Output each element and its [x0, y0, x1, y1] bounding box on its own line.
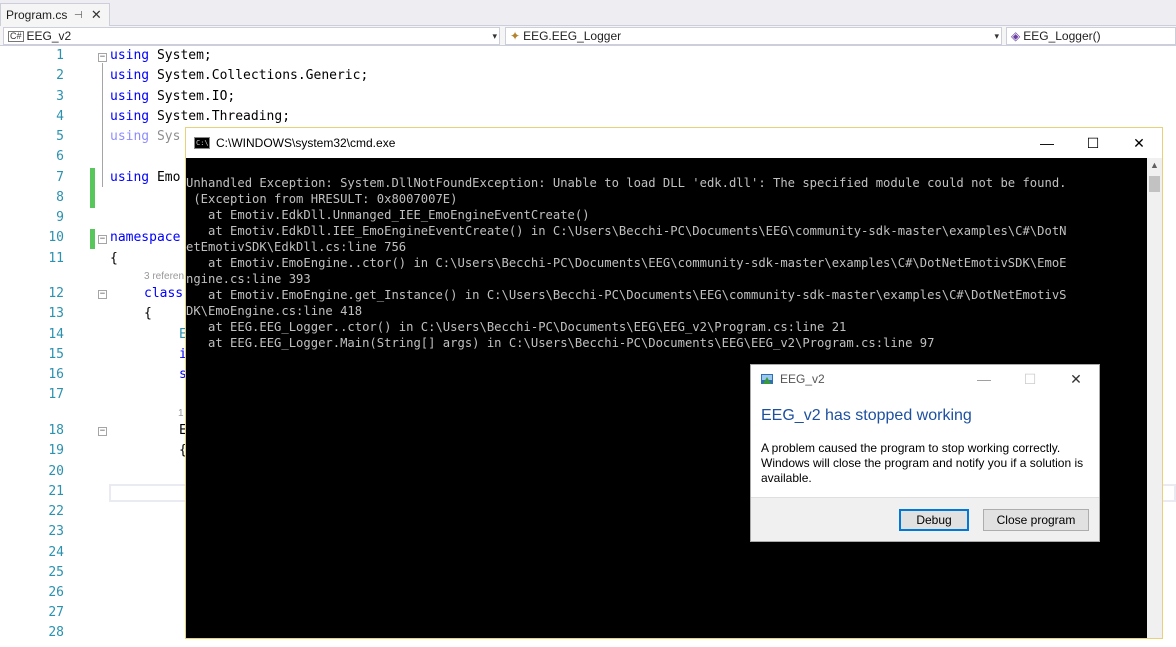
app-icon: [760, 372, 774, 386]
csharp-project-icon: C#: [8, 30, 24, 42]
console-scrollbar[interactable]: ▲: [1147, 158, 1162, 638]
document-tab-strip: Program.cs ⊣ ✕: [0, 0, 1176, 26]
member-dropdown[interactable]: ◈ EEG_Logger(): [1006, 27, 1176, 45]
codelens-references[interactable]: 3 referen: [144, 271, 184, 282]
console-line: at Emotiv.EmoEngine.get_Instance() in C:…: [186, 288, 1067, 302]
console-line: at EEG.EEG_Logger..ctor() in C:\Users\Be…: [186, 320, 847, 334]
type-name: EEG.EEG_Logger: [523, 29, 622, 43]
method-icon: ◈: [1011, 29, 1021, 43]
code-line: 1 using System;: [56, 48, 212, 63]
minimize-button[interactable]: —: [961, 365, 1007, 393]
console-line: at Emotiv.EmoEngine..ctor() in C:\Users\…: [186, 256, 1067, 270]
chevron-down-icon: ▾: [492, 31, 497, 41]
console-line: etEmotivSDK\EdkDll.cs:line 756: [186, 240, 407, 254]
console-line: ngine.cs:line 393: [186, 272, 311, 286]
dialog-heading: EEG_v2 has stopped working: [761, 407, 972, 424]
tab-title: Program.cs: [6, 8, 68, 22]
console-title: C:\WINDOWS\system32\cmd.exe: [216, 136, 396, 150]
close-button[interactable]: ✕: [1116, 128, 1162, 158]
tab-program-cs[interactable]: Program.cs ⊣ ✕: [0, 3, 110, 26]
dialog-message: A problem caused the program to stop wor…: [761, 441, 1084, 485]
code-line: 3 using System.IO;: [56, 89, 236, 104]
member-name: EEG_Logger(): [1023, 29, 1101, 43]
console-line: Unhandled Exception: System.DllNotFoundE…: [186, 176, 1067, 190]
error-dialog[interactable]: EEG_v2 — ☐ ✕ EEG_v2 has stopped working …: [750, 364, 1100, 542]
dialog-titlebar[interactable]: EEG_v2 — ☐ ✕: [751, 365, 1099, 393]
code-line: 4 using System.Threading;: [56, 109, 291, 124]
console-line: at EEG.EEG_Logger.Main(String[] args) in…: [186, 336, 935, 350]
scroll-up-icon[interactable]: ▲: [1147, 160, 1162, 170]
pin-icon[interactable]: ⊣: [71, 10, 85, 21]
scroll-thumb[interactable]: [1149, 176, 1160, 192]
dialog-title: EEG_v2: [780, 372, 825, 386]
navigation-bar: C# EEG_v2 ▾ ✦ EEG.EEG_Logger ▾ ◈ EEG_Log…: [0, 26, 1176, 46]
codelens-references[interactable]: 1: [178, 408, 184, 419]
project-name: EEG_v2: [26, 29, 72, 43]
console-line: at Emotiv.EdkDll.Unmanged_IEE_EmoEngineE…: [186, 208, 590, 222]
close-icon[interactable]: ✕: [89, 7, 103, 23]
type-dropdown[interactable]: ✦ EEG.EEG_Logger ▾: [505, 27, 1002, 45]
console-line: DK\EmoEngine.cs:line 418: [186, 304, 363, 318]
code-line: 2 using System.Collections.Generic;: [56, 68, 369, 83]
maximize-button: ☐: [1023, 371, 1037, 387]
close-button[interactable]: ✕: [1053, 365, 1099, 393]
console-line: at Emotiv.EdkDll.IEE_EmoEngineEventCreat…: [186, 224, 1067, 238]
close-program-button[interactable]: Close program: [983, 509, 1089, 531]
maximize-button[interactable]: ☐: [1070, 128, 1116, 158]
debug-button[interactable]: Debug: [899, 509, 969, 531]
console-line: (Exception from HRESULT: 0x8007007E): [186, 192, 458, 206]
minimize-button[interactable]: —: [1024, 128, 1070, 158]
cmd-icon: C:\: [194, 137, 210, 149]
chevron-down-icon: ▾: [994, 31, 999, 41]
project-dropdown[interactable]: C# EEG_v2 ▾: [3, 27, 500, 45]
console-titlebar[interactable]: C:\ C:\WINDOWS\system32\cmd.exe — ☐ ✕: [186, 128, 1162, 158]
dialog-footer: Debug Close program: [751, 497, 1099, 541]
class-icon: ✦: [510, 29, 521, 43]
